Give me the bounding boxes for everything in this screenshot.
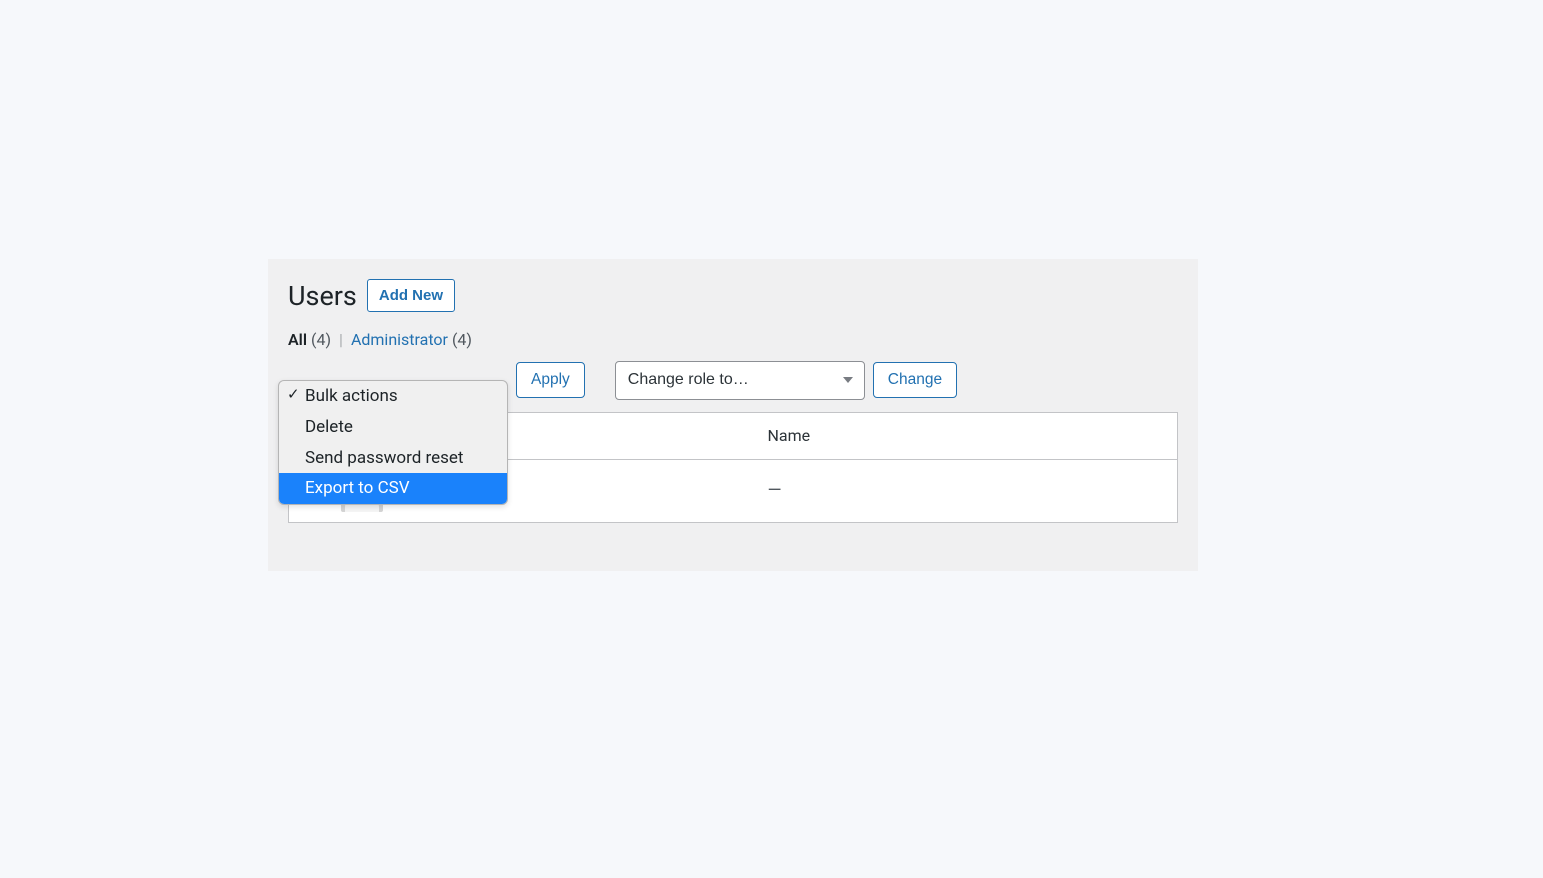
dropdown-option-export-csv[interactable]: Export to CSV <box>279 473 507 504</box>
name-value: — <box>768 480 782 501</box>
filter-all-label: All <box>288 330 307 349</box>
change-role-select[interactable]: Change role to… <box>615 361 865 400</box>
page-header: Users Add New <box>288 279 1178 312</box>
role-select-wrapper: Change role to… <box>615 361 865 400</box>
dropdown-option-delete[interactable]: Delete <box>279 412 507 443</box>
column-header-name[interactable]: Name <box>758 412 1178 459</box>
actions-row: Bulk actions Delete Send password reset … <box>288 361 1178 400</box>
filter-admin-label: Administrator <box>351 330 448 349</box>
filter-all-link[interactable]: All (4) <box>288 330 331 349</box>
apply-button[interactable]: Apply <box>516 362 585 398</box>
filter-separator: | <box>339 330 343 349</box>
filter-admin-count: (4) <box>452 330 472 349</box>
filter-links: All (4) | Administrator (4) <box>288 330 1178 349</box>
dropdown-option-send-password-reset[interactable]: Send password reset <box>279 443 507 474</box>
add-new-button[interactable]: Add New <box>367 279 455 312</box>
filter-admin-link[interactable]: Administrator (4) <box>351 330 472 349</box>
page-title: Users <box>288 280 357 312</box>
change-button[interactable]: Change <box>873 362 957 398</box>
name-cell: — <box>758 459 1178 522</box>
filter-all-count: (4) <box>311 330 331 349</box>
users-admin-panel: Users Add New All (4) | Administrator (4… <box>268 259 1198 571</box>
bulk-actions-dropdown-menu: Bulk actions Delete Send password reset … <box>278 380 508 505</box>
dropdown-option-bulk-actions[interactable]: Bulk actions <box>279 381 507 412</box>
